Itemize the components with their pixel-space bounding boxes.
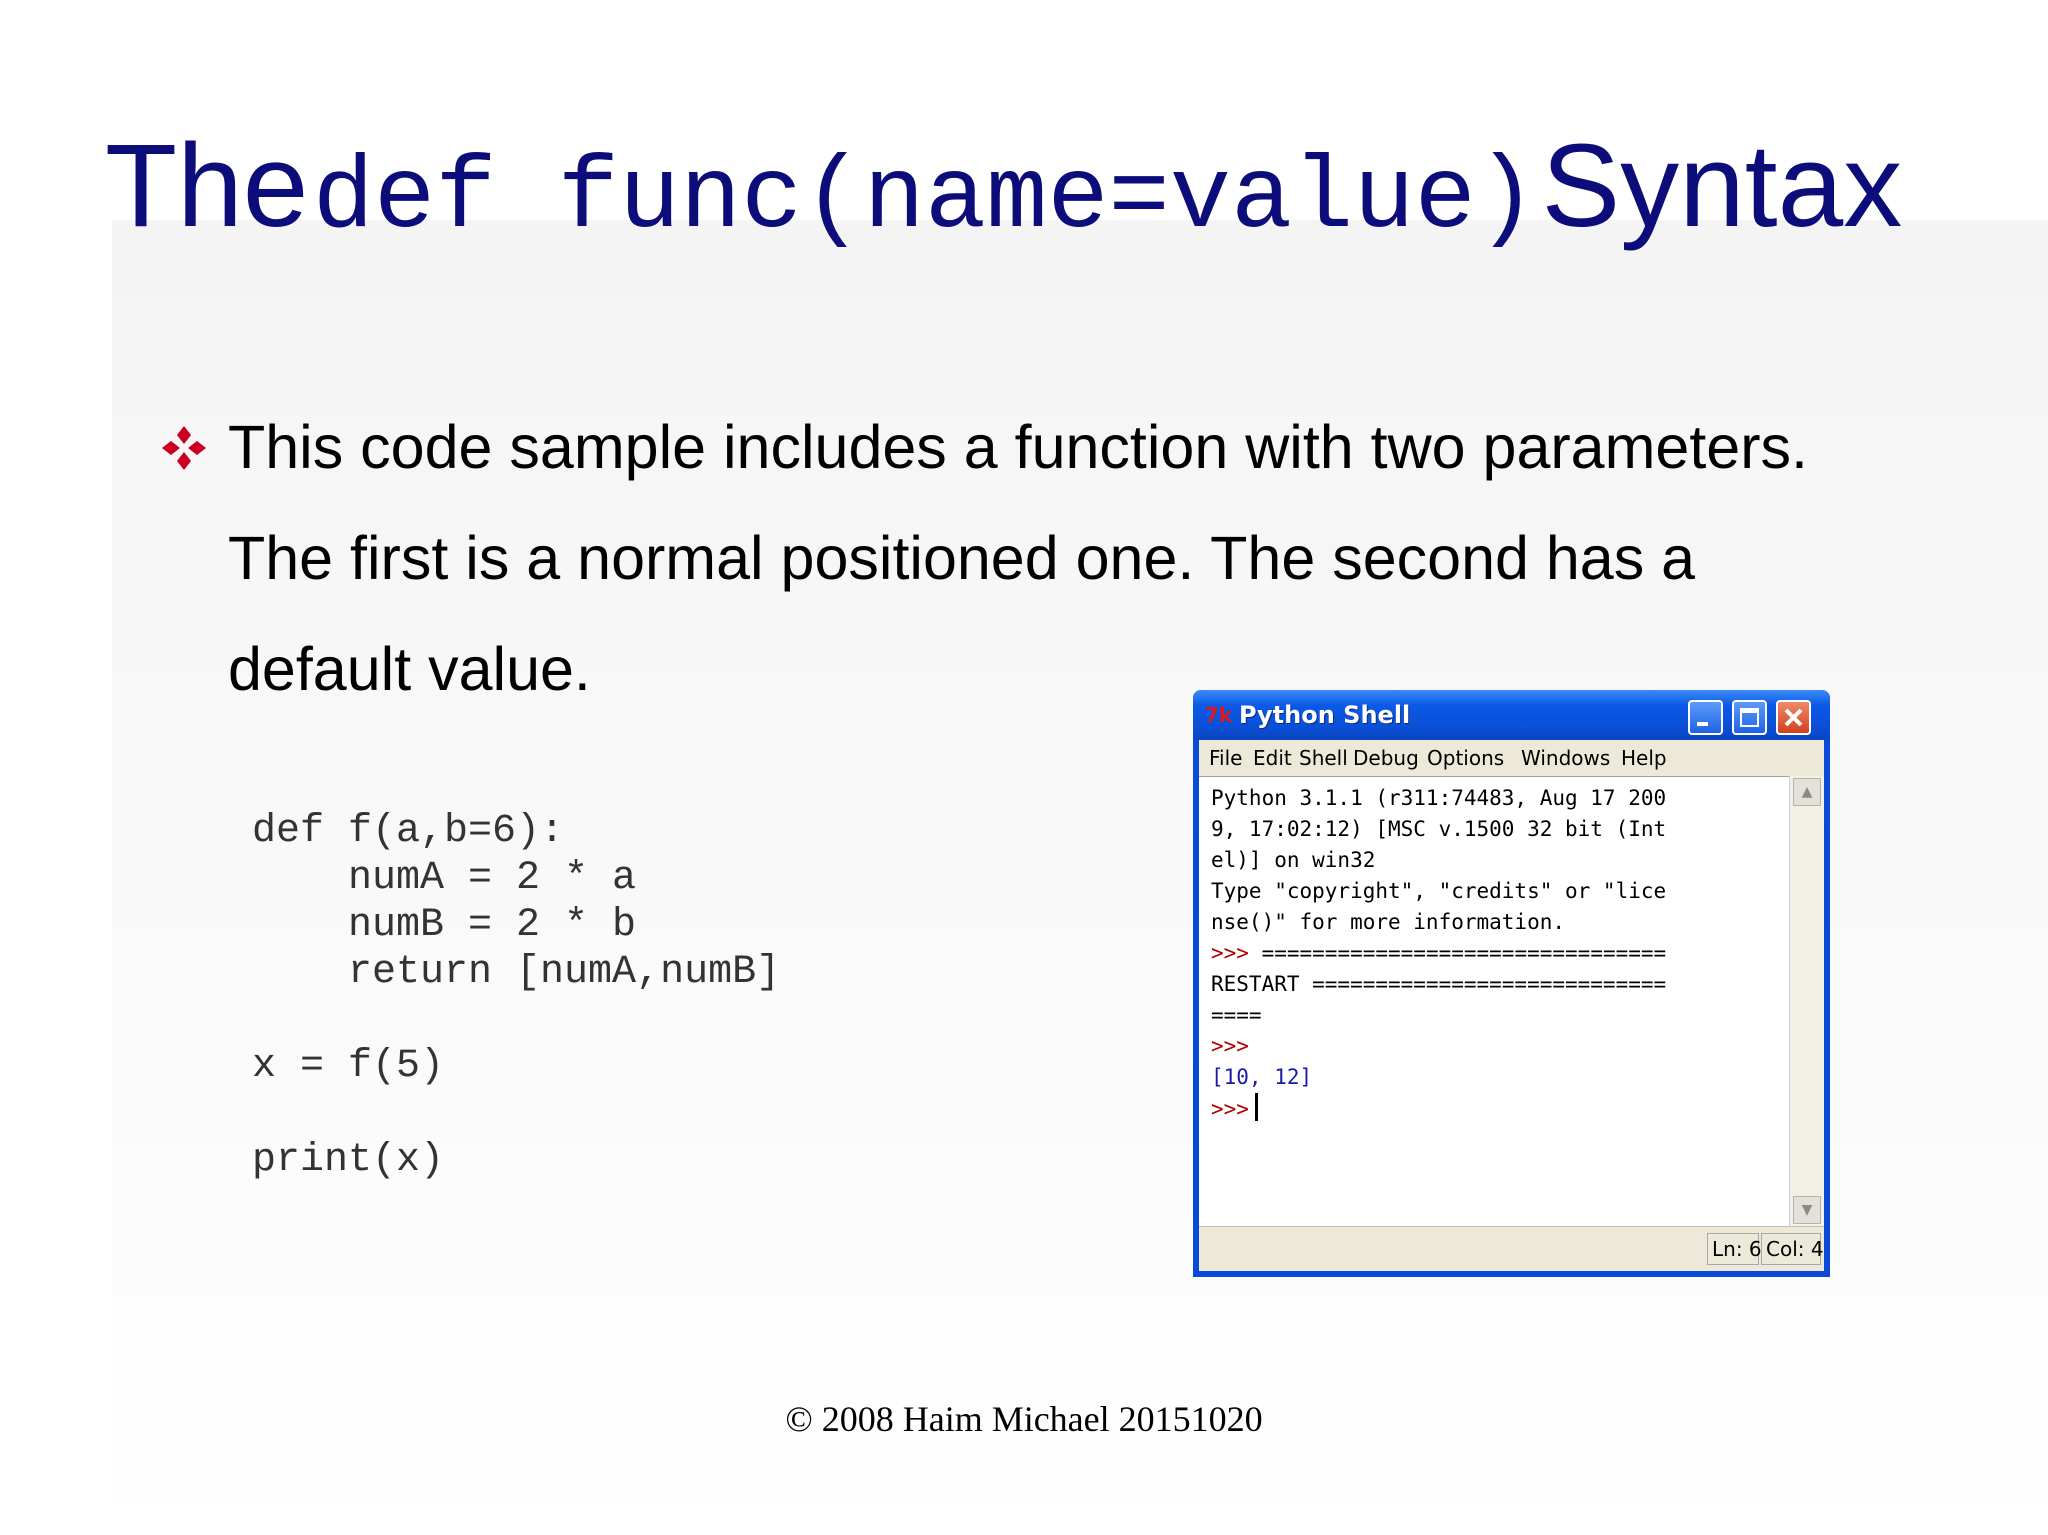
code-sample: def f(a,b=6): numA = 2 * a numB = 2 * b … xyxy=(252,809,781,1183)
slide-title: The def func(name=value) Syntax xyxy=(105,118,2005,258)
scroll-down-icon[interactable]: ▼ xyxy=(1793,1196,1821,1224)
shell-prompt: >>> xyxy=(1211,941,1249,965)
maximize-icon xyxy=(1740,708,1759,727)
menu-debug[interactable]: Debug xyxy=(1353,746,1419,770)
minimize-button[interactable] xyxy=(1688,700,1723,735)
window-title: Python Shell xyxy=(1239,701,1411,729)
menu-windows[interactable]: Windows xyxy=(1521,746,1610,770)
title-code: def func(name=value) xyxy=(312,141,1537,257)
column-indicator: Col: 4 xyxy=(1761,1233,1824,1265)
shell-text-area[interactable]: Python 3.1.1 (r311:74483, Aug 17 200 9, … xyxy=(1199,776,1789,1226)
menu-bar: File Edit Shell Debug Options Windows He… xyxy=(1199,740,1824,776)
restart-line: ==== xyxy=(1211,1003,1262,1027)
menu-shell[interactable]: Shell xyxy=(1299,746,1348,770)
bullet-text: This code sample includes a function wit… xyxy=(228,413,1808,703)
shell-line: Python 3.1.1 (r311:74483, Aug 17 200 xyxy=(1211,786,1667,810)
shell-line: nse()" for more information. xyxy=(1211,910,1566,934)
restart-line: RESTART ============================ xyxy=(1211,972,1667,996)
text-cursor xyxy=(1254,1093,1258,1121)
shell-result: [10, 12] xyxy=(1211,1065,1313,1089)
maximize-button[interactable] xyxy=(1732,700,1767,735)
shell-prompt: >>> xyxy=(1211,1097,1249,1121)
close-button[interactable] xyxy=(1776,700,1811,735)
restart-line: ================================ xyxy=(1261,941,1667,965)
shell-prompt: >>> xyxy=(1211,1034,1249,1058)
shell-line: el)] on win32 xyxy=(1211,848,1376,872)
menu-help[interactable]: Help xyxy=(1621,746,1667,770)
shell-line: 9, 17:02:12) [MSC v.1500 32 bit (Int xyxy=(1211,817,1667,841)
close-icon xyxy=(1784,708,1803,727)
copyright-footer: © 2008 Haim Michael 20151020 xyxy=(785,1399,1263,1439)
idle-logo-icon: 7k xyxy=(1205,703,1233,727)
menu-file[interactable]: File xyxy=(1209,746,1242,770)
shell-output: Python 3.1.1 (r311:74483, Aug 17 200 9, … xyxy=(1211,783,1666,1125)
minimize-icon xyxy=(1697,722,1708,726)
window-titlebar[interactable]: 7k Python Shell xyxy=(1193,690,1830,740)
python-shell-window: 7k Python Shell File Edit Shell Debug Op… xyxy=(1193,690,1830,1277)
shell-line: Type "copyright", "credits" or "lice xyxy=(1211,879,1667,903)
scroll-up-icon[interactable]: ▲ xyxy=(1793,778,1821,806)
line-indicator: Ln: 6 xyxy=(1707,1233,1762,1265)
title-suffix: Syntax xyxy=(1541,120,1903,252)
menu-options[interactable]: Options xyxy=(1427,746,1504,770)
status-bar: Ln: 6 Col: 4 xyxy=(1199,1226,1824,1271)
menu-edit[interactable]: Edit xyxy=(1253,746,1292,770)
title-prefix: The xyxy=(105,120,309,252)
diamond-quad-icon xyxy=(162,426,206,470)
vertical-scrollbar[interactable]: ▲ ▼ xyxy=(1789,776,1824,1226)
